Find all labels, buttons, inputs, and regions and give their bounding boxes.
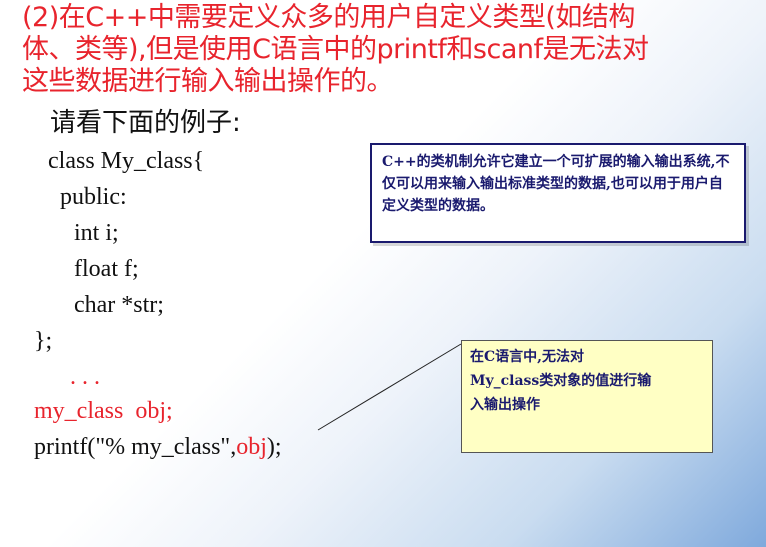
callout-c-line-2: My_class类对象的值进行输	[470, 373, 652, 389]
callout-pointer-line	[317, 343, 462, 431]
callout-c-limitation: 在C语言中,无法对 My_class类对象的值进行输 入输出操作	[461, 340, 713, 453]
callout-c-line-3: 入输出操作	[470, 397, 540, 413]
callout-c-line-1: 在C语言中,无法对	[470, 349, 585, 365]
